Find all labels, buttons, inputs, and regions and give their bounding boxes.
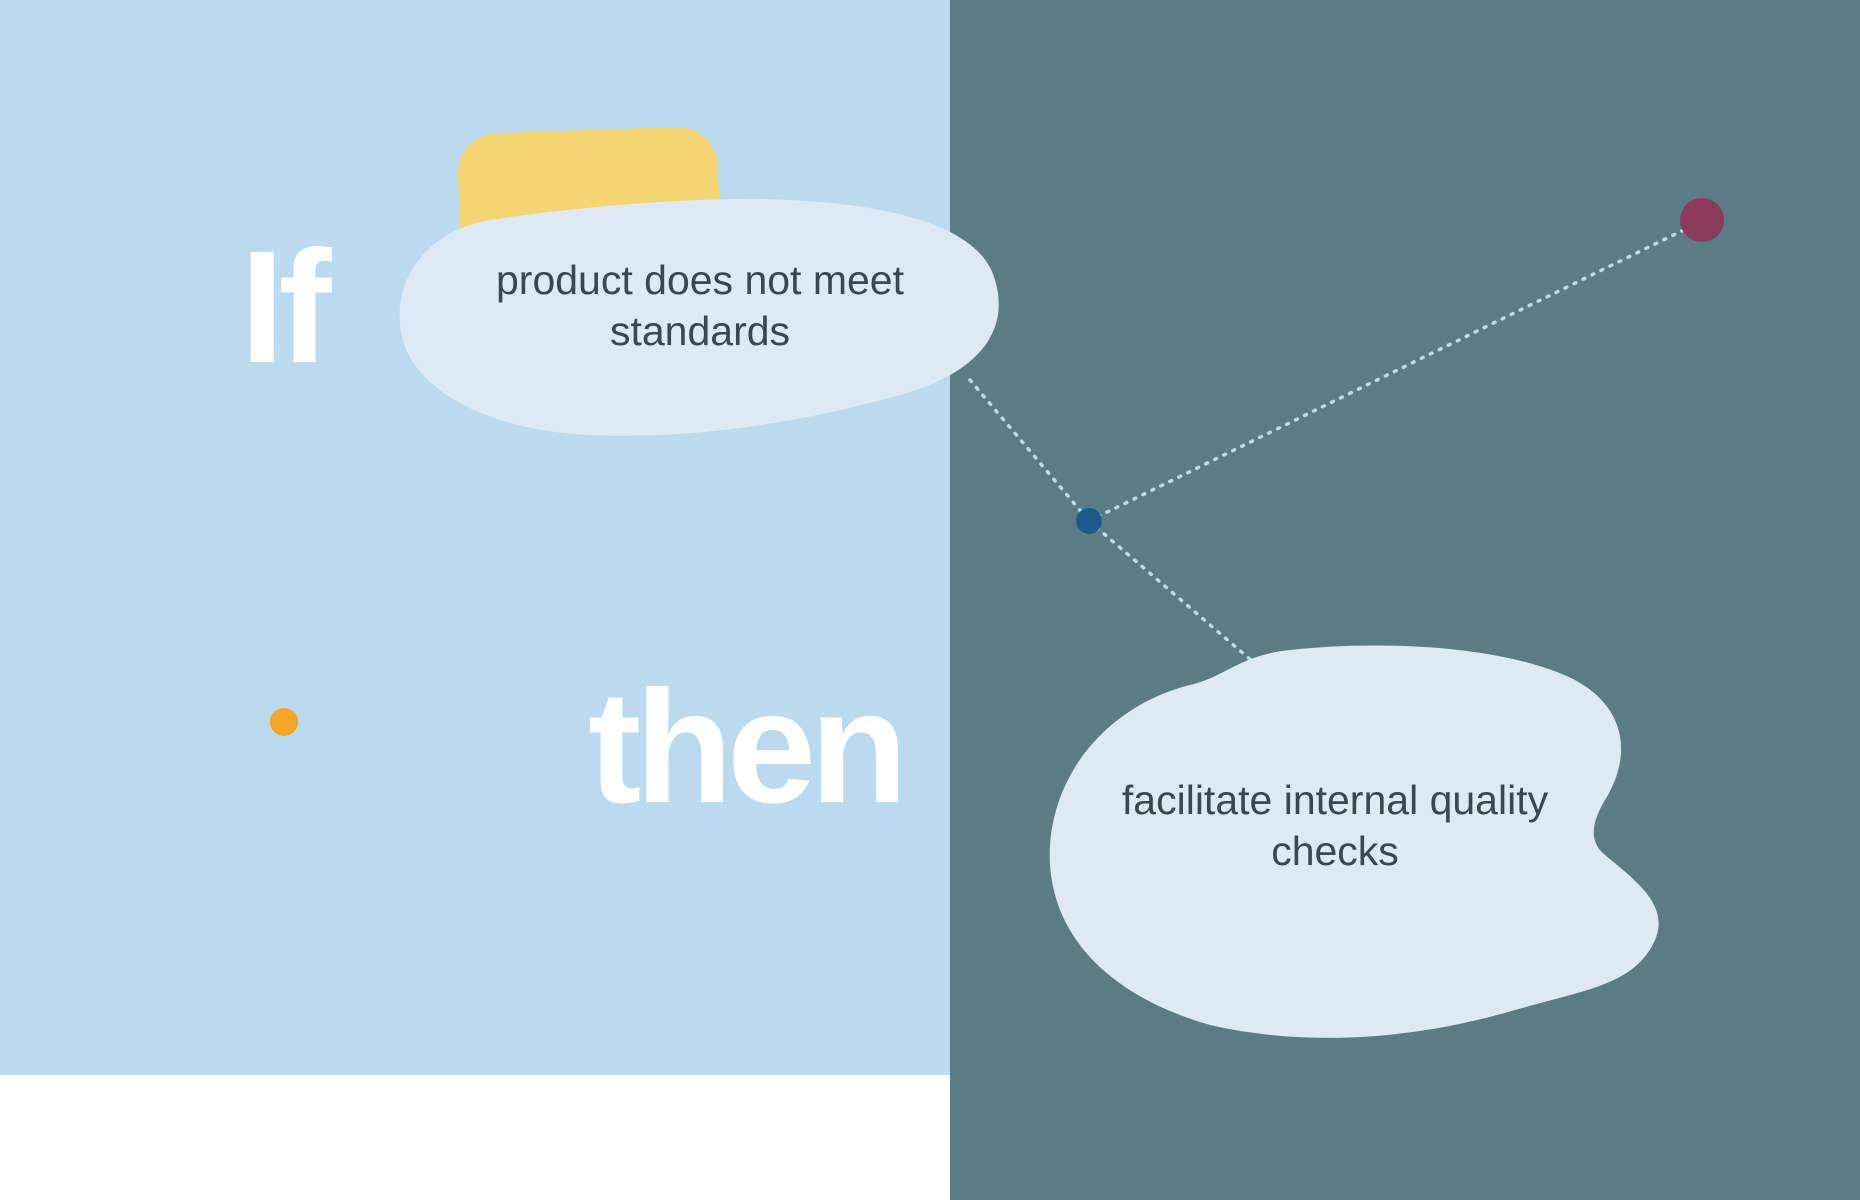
- then-keyword-label: then: [588, 655, 902, 839]
- if-keyword-label: If: [240, 215, 326, 399]
- orange-dot-icon: [270, 708, 298, 736]
- then-action-text: facilitate internal quality checks: [1115, 775, 1555, 878]
- maroon-dot-icon: [1680, 198, 1724, 242]
- if-condition-text: product does not meet standards: [475, 255, 925, 358]
- diagram-canvas: If product does not meet standards then …: [0, 0, 1860, 1200]
- blue-dot-icon: [1076, 508, 1102, 534]
